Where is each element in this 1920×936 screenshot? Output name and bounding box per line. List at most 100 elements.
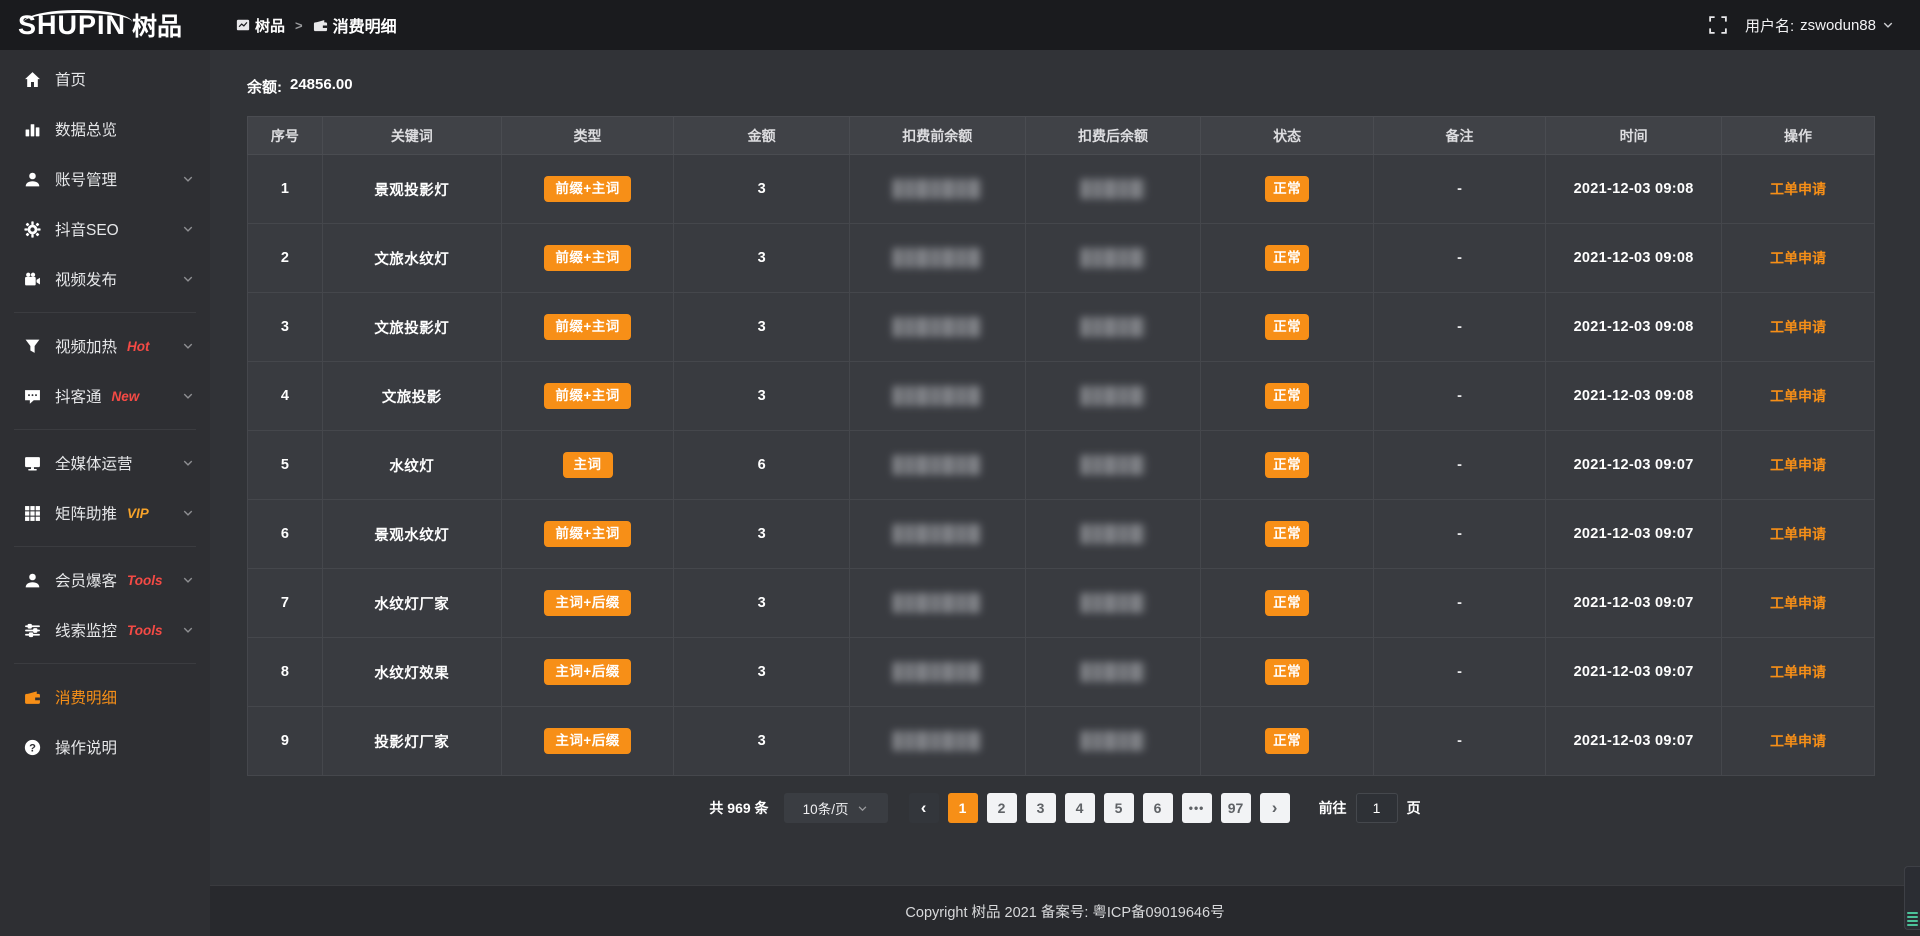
cell-amount: 3	[674, 362, 850, 431]
cell-type: 主词+后缀	[501, 638, 673, 707]
brand-logo: SHUPIN 树品	[0, 7, 210, 43]
ticket-apply-link[interactable]: 工单申请	[1770, 457, 1826, 473]
user-menu[interactable]: 用户名: zswodun88	[1745, 15, 1894, 36]
cell-remark: -	[1373, 431, 1545, 500]
blurred-balance-before	[893, 386, 981, 406]
page-button-3[interactable]: 3	[1026, 793, 1056, 823]
sidebar-item-首页[interactable]: 首页	[0, 54, 210, 104]
sidebar-item-线索监控[interactable]: 线索监控 Tools	[0, 605, 210, 655]
page-button-6[interactable]: 6	[1143, 793, 1173, 823]
sidebar-item-数据总览[interactable]: 数据总览	[0, 104, 210, 154]
ticket-apply-link[interactable]: 工单申请	[1770, 181, 1826, 197]
breadcrumb-item-home[interactable]: 树品	[236, 15, 285, 36]
sidebar-item-label: 视频发布	[55, 268, 117, 290]
ticket-apply-link[interactable]: 工单申请	[1770, 250, 1826, 266]
chevron-down-icon	[857, 803, 868, 814]
ticket-apply-link[interactable]: 工单申请	[1770, 388, 1826, 404]
sidebar-item-tag: Tools	[127, 573, 163, 588]
cell-status: 正常	[1201, 707, 1373, 776]
status-badge: 正常	[1265, 659, 1309, 685]
cell-balance-after	[1025, 431, 1201, 500]
sidebar-item-label: 线索监控	[55, 619, 117, 641]
cell-remark: -	[1373, 362, 1545, 431]
page-button-2[interactable]: 2	[987, 793, 1017, 823]
page-button-5[interactable]: 5	[1104, 793, 1134, 823]
blurred-balance-before	[893, 593, 981, 613]
member-icon	[24, 572, 41, 589]
sidebar-item-label: 账号管理	[55, 168, 117, 190]
blurred-balance-after	[1081, 524, 1145, 544]
sidebar-item-tag: Tools	[127, 623, 163, 638]
sidebar-item-label: 抖音SEO	[55, 218, 119, 240]
cell-remark: -	[1373, 707, 1545, 776]
sidebar-item-账号管理[interactable]: 账号管理	[0, 154, 210, 204]
cell-remark: -	[1373, 155, 1545, 224]
cell-keyword: 水纹灯效果	[322, 638, 501, 707]
ticket-apply-link[interactable]: 工单申请	[1770, 733, 1826, 749]
cell-time: 2021-12-03 09:08	[1546, 293, 1722, 362]
cell-balance-after	[1025, 293, 1201, 362]
table-body: 1景观投影灯前缀+主词3正常-2021-12-03 09:08工单申请2文旅水纹…	[248, 155, 1875, 776]
cell-amount: 3	[674, 155, 850, 224]
cell-action: 工单申请	[1721, 431, 1874, 500]
type-badge: 前缀+主词	[544, 383, 630, 409]
column-header-扣费后余额: 扣费后余额	[1025, 117, 1201, 155]
cell-balance-after	[1025, 224, 1201, 293]
sidebar-item-抖客通[interactable]: 抖客通New	[0, 371, 210, 421]
ticket-apply-link[interactable]: 工单申请	[1770, 664, 1826, 680]
cell-type: 前缀+主词	[501, 362, 673, 431]
cell-keyword: 文旅水纹灯	[322, 224, 501, 293]
sidebar-item-label: 数据总览	[55, 118, 117, 140]
ticket-apply-link[interactable]: 工单申请	[1770, 595, 1826, 611]
sidebar-item-视频加热[interactable]: 视频加热Hot	[0, 321, 210, 371]
consumption-table: 序号关键词类型金额扣费前余额扣费后余额状态备注时间操作 1景观投影灯前缀+主词3…	[247, 116, 1875, 776]
grid-icon	[24, 505, 41, 522]
page-size-select[interactable]: 10条/页	[784, 793, 888, 823]
breadcrumb-item-current[interactable]: 消费明细	[313, 13, 397, 37]
breadcrumb-separator: >	[295, 18, 303, 33]
cell-remark: -	[1373, 224, 1545, 293]
cell-keyword: 文旅投影灯	[322, 293, 501, 362]
sidebar-item-抖音SEO[interactable]: 抖音SEO	[0, 204, 210, 254]
cell-amount: 3	[674, 707, 850, 776]
page-button-97[interactable]: 97	[1221, 793, 1251, 823]
cell-time: 2021-12-03 09:07	[1546, 431, 1722, 500]
fullscreen-icon[interactable]	[1709, 16, 1727, 34]
next-page-button[interactable]: ›	[1260, 793, 1290, 823]
user-icon	[24, 171, 41, 188]
sidebar-item-会员爆客[interactable]: 会员爆客Tools	[0, 555, 210, 605]
sidebar-item-操作说明[interactable]: ?操作说明	[0, 722, 210, 772]
sidebar-item-label: 首页	[55, 68, 86, 90]
goto-page-input[interactable]	[1356, 793, 1398, 823]
blurred-balance-before	[893, 179, 981, 199]
table-row: 4文旅投影前缀+主词3正常-2021-12-03 09:08工单申请	[248, 362, 1875, 431]
cell-amount: 3	[674, 569, 850, 638]
type-badge: 主词	[563, 452, 613, 478]
page-button-4[interactable]: 4	[1065, 793, 1095, 823]
cell-index: 9	[248, 707, 323, 776]
sidebar-item-矩阵助推[interactable]: 矩阵助推VIP	[0, 488, 210, 538]
chevron-down-icon	[182, 223, 194, 235]
sidebar-item-全媒体运营[interactable]: 全媒体运营	[0, 438, 210, 488]
sidebar-divider	[14, 546, 196, 547]
sidebar-item-消费明细[interactable]: 消费明细	[0, 672, 210, 722]
sidebar-item-视频发布[interactable]: 视频发布	[0, 254, 210, 304]
cell-balance-before	[849, 431, 1025, 500]
cell-keyword: 文旅投影	[322, 362, 501, 431]
ticket-apply-link[interactable]: 工单申请	[1770, 319, 1826, 335]
column-header-扣费前余额: 扣费前余额	[849, 117, 1025, 155]
chevron-down-icon	[182, 390, 194, 402]
consumption-table-wrap: 序号关键词类型金额扣费前余额扣费后余额状态备注时间操作 1景观投影灯前缀+主词3…	[247, 116, 1875, 776]
sidebar-divider	[14, 312, 196, 313]
status-badge: 正常	[1265, 590, 1309, 616]
prev-page-button[interactable]: ‹	[909, 793, 939, 823]
blurred-balance-after	[1081, 248, 1145, 268]
chart-icon	[24, 121, 41, 138]
page-button-1[interactable]: 1	[948, 793, 978, 823]
cell-balance-after	[1025, 638, 1201, 707]
page-ellipsis-button[interactable]: •••	[1182, 793, 1212, 823]
ticket-apply-link[interactable]: 工单申请	[1770, 526, 1826, 542]
chevron-down-icon	[182, 624, 194, 636]
cell-time: 2021-12-03 09:07	[1546, 569, 1722, 638]
side-toolbar-widget[interactable]	[1904, 866, 1920, 930]
